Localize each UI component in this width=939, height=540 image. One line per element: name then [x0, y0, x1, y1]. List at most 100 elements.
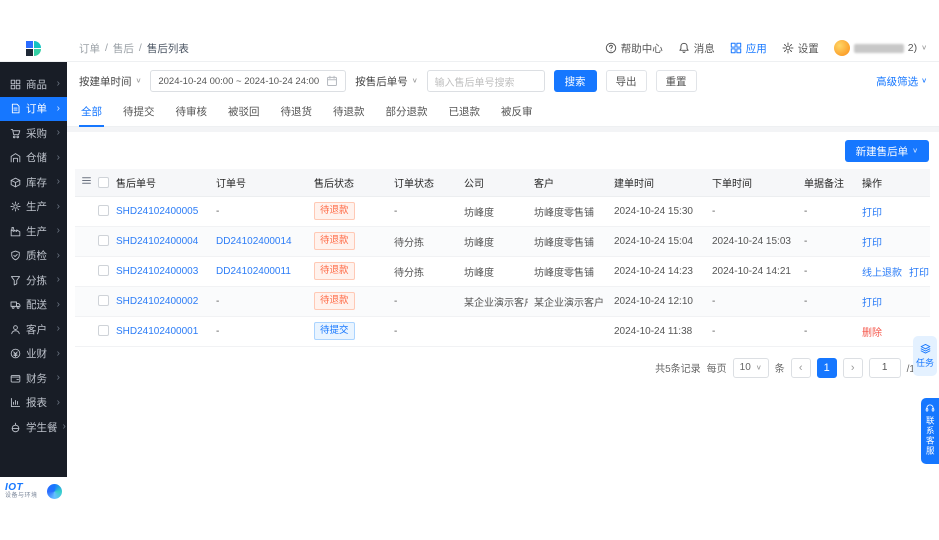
page-1-button[interactable]: 1: [816, 357, 837, 378]
pagination: 共5条记录 每页 10 ∨ 条 ‹ 1 › /1页: [67, 347, 939, 389]
user-icon: [10, 324, 21, 335]
tab-pending-return[interactable]: 待退货: [279, 98, 315, 126]
action-link[interactable]: 打印: [909, 268, 929, 279]
tab-partial-refund[interactable]: 部分退款: [384, 98, 430, 126]
action-link[interactable]: 打印: [862, 238, 882, 249]
chevron-down-icon: ∨: [921, 76, 927, 85]
main-content: 按建单时间 ∨ 2024-10-24 00:00 ~ 2024-10-24 24…: [67, 62, 939, 505]
sidebar-item-products[interactable]: 商品 ›: [0, 72, 67, 97]
sidebar-item-warehouse[interactable]: 仓储 ›: [0, 146, 67, 171]
settings-link[interactable]: 设置: [782, 41, 819, 56]
sidebar-item-biz-finance[interactable]: 业财 ›: [0, 342, 67, 367]
aftersale-no-link[interactable]: SHD24102400003: [116, 266, 198, 277]
row-checkbox[interactable]: [98, 205, 109, 217]
cart-icon: [10, 128, 21, 139]
order-no-link[interactable]: DD24102400014: [216, 236, 292, 247]
cell-customer: 某企业演示客户: [528, 286, 608, 317]
tab-all[interactable]: 全部: [79, 98, 104, 127]
tab-pending-review[interactable]: 待审核: [174, 98, 210, 126]
page-size-select[interactable]: 10 ∨: [732, 357, 769, 378]
sidebar-item-production[interactable]: 生产 ›: [0, 195, 67, 220]
search-type-select[interactable]: 按售后单号 ∨: [355, 74, 417, 89]
order-no-link[interactable]: DD24102400011: [216, 266, 291, 277]
search-input[interactable]: 输入售后单号搜索: [426, 70, 545, 92]
shield-icon: [10, 250, 21, 261]
cell-company: 坊峰度: [458, 226, 528, 257]
tasks-float-button[interactable]: 任务: [913, 336, 937, 376]
user-menu[interactable]: 2) ∨: [833, 40, 927, 56]
breadcrumb-item-aftersale[interactable]: 售后: [113, 41, 134, 56]
cell-aftersale-no: SHD24102400002: [110, 286, 210, 317]
chevron-right-icon: ›: [56, 102, 60, 114]
page-size-value: 10: [739, 362, 751, 373]
chevron-right-icon: ›: [56, 176, 60, 188]
row-checkbox[interactable]: [98, 295, 109, 307]
sidebar-item-finance[interactable]: 财务 ›: [0, 366, 67, 391]
new-aftersale-button[interactable]: 新建售后单 ∨: [844, 140, 929, 162]
cell-aftersale-status: 待提交: [308, 316, 388, 347]
action-link[interactable]: 打印: [862, 208, 882, 219]
search-button[interactable]: 搜索: [553, 70, 597, 92]
table-row: SHD24102400002- 待退款 - 某企业演示客户 某企业演示客户 2024-10…: [75, 286, 930, 317]
sidebar-item-inventory[interactable]: 库存 ›: [0, 170, 67, 195]
cell-customer: 坊峰度零售铺: [528, 226, 608, 257]
column-header: 客户: [528, 169, 608, 197]
sidebar-item-student-meals[interactable]: 学生餐 ›: [0, 415, 67, 440]
cell-order-no: DD24102400011: [210, 256, 308, 287]
tasks-float-label: 任务: [915, 358, 934, 368]
cell-note: -: [798, 316, 856, 347]
date-range-input[interactable]: 2024-10-24 00:00 ~ 2024-10-24 24:00: [150, 70, 347, 92]
sidebar-item-sorting[interactable]: 分拣 ›: [0, 268, 67, 293]
aftersale-no-link[interactable]: SHD24102400004: [116, 236, 198, 247]
help-center-link[interactable]: 帮助中心: [605, 41, 663, 56]
chevron-right-icon: ›: [56, 274, 60, 286]
bell-icon: [678, 42, 690, 54]
action-link[interactable]: 线上退款: [862, 268, 902, 279]
tab-pending-refund[interactable]: 待退款: [331, 98, 367, 126]
aftersale-no-link[interactable]: SHD24102400005: [116, 206, 198, 217]
chevron-right-icon: ›: [56, 78, 60, 90]
grid-icon: [10, 79, 21, 90]
action-link[interactable]: 删除: [862, 328, 882, 339]
cell-note: -: [798, 196, 856, 227]
apps-link[interactable]: 应用: [730, 41, 767, 56]
contact-support-float-button[interactable]: 联系客服: [921, 398, 939, 464]
select-all-checkbox[interactable]: [98, 176, 109, 188]
aftersale-no-link[interactable]: SHD24102400002: [116, 296, 198, 307]
brand-logo[interactable]: [0, 35, 67, 61]
export-button[interactable]: 导出: [605, 70, 647, 92]
sidebar-item-orders[interactable]: 订单 ›: [0, 96, 67, 121]
cell-order-status: -: [388, 316, 458, 347]
sidebar-item-reports[interactable]: 报表 ›: [0, 391, 67, 416]
tab-pending-submit[interactable]: 待提交: [121, 98, 157, 126]
breadcrumb-item-orders[interactable]: 订单: [79, 41, 100, 56]
tab-re-review[interactable]: 被反审: [499, 98, 535, 126]
tab-refunded[interactable]: 已退款: [447, 98, 483, 126]
row-checkbox[interactable]: [98, 235, 109, 247]
jump-page-input[interactable]: [868, 357, 901, 378]
reset-button[interactable]: 重置: [655, 70, 697, 92]
sidebar-item-label: 业财: [26, 348, 47, 361]
row-checkbox[interactable]: [98, 265, 109, 277]
time-type-select[interactable]: 按建单时间 ∨: [79, 74, 141, 89]
topbar-actions: 帮助中心 消息 应用 设置 2) ∨: [605, 40, 939, 56]
advanced-filter-link[interactable]: 高级筛选 ∨: [876, 74, 927, 89]
prev-page-button[interactable]: ‹: [790, 357, 811, 378]
menu-icon[interactable]: [81, 175, 92, 186]
chevron-right-icon: ›: [56, 396, 60, 408]
next-page-button[interactable]: ›: [842, 357, 863, 378]
sidebar-item-qc[interactable]: 质检 ›: [0, 244, 67, 269]
sidebar-item-customers[interactable]: 客户 ›: [0, 317, 67, 342]
row-checkbox[interactable]: [98, 325, 109, 337]
sidebar-item-production-2[interactable]: 生产 ›: [0, 219, 67, 244]
sidebar-item-purchase[interactable]: 采购 ›: [0, 121, 67, 146]
money-icon: [10, 348, 21, 359]
action-link[interactable]: 打印: [862, 298, 882, 309]
tab-rejected[interactable]: 被驳回: [226, 98, 262, 126]
messages-link[interactable]: 消息: [678, 41, 715, 56]
sidebar-item-delivery[interactable]: 配送 ›: [0, 293, 67, 318]
chevron-right-icon: ›: [56, 249, 60, 261]
aftersale-no-link[interactable]: SHD24102400001: [116, 326, 198, 337]
search-type-value: 按售后单号: [355, 75, 408, 88]
cell-company: 坊峰度: [458, 256, 528, 287]
